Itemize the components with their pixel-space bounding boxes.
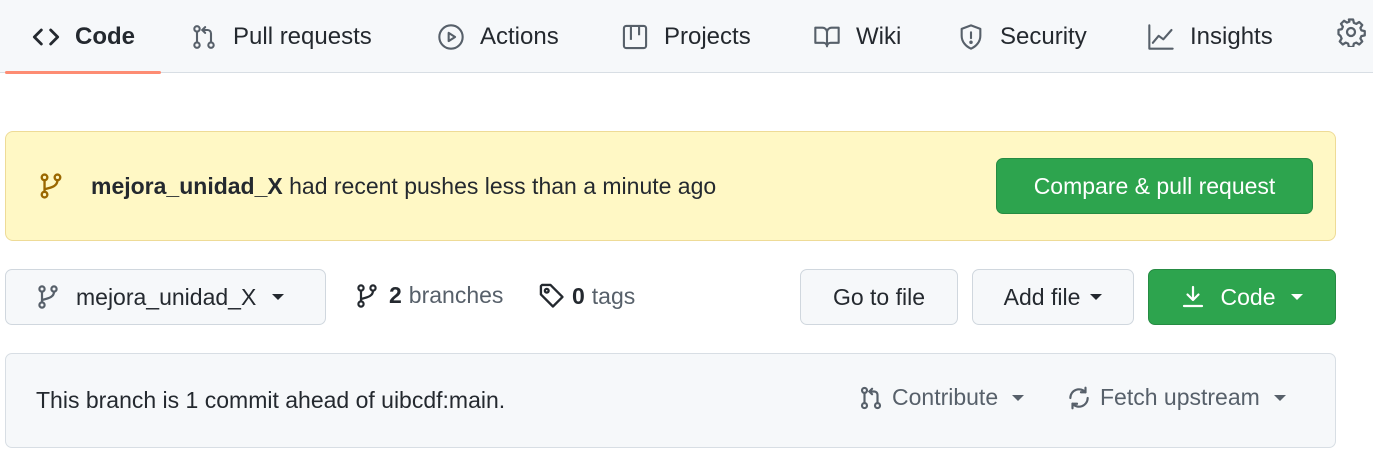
fetch-upstream-dropdown[interactable]: Fetch upstream bbox=[1066, 384, 1286, 411]
recent-push-banner: mejora_unidad_X had recent pushes less t… bbox=[5, 131, 1336, 241]
tags-count: 0 bbox=[572, 282, 585, 309]
chevron-down-icon bbox=[1012, 394, 1025, 401]
contribute-dropdown[interactable]: Contribute bbox=[858, 384, 1025, 411]
add-file-button[interactable]: Add file bbox=[972, 269, 1134, 325]
tab-actions[interactable]: Actions bbox=[437, 0, 559, 73]
branches-label: branches bbox=[408, 282, 504, 308]
git-pull-request-icon bbox=[193, 24, 215, 49]
add-file-label: Add file bbox=[1003, 283, 1081, 310]
tab-label: Code bbox=[75, 22, 135, 50]
go-to-file-button[interactable]: Go to file bbox=[800, 269, 958, 325]
code-button-label: Code bbox=[1220, 283, 1276, 310]
tab-label: Actions bbox=[480, 22, 559, 50]
chevron-down-icon bbox=[272, 294, 285, 300]
go-to-file-label: Go to file bbox=[832, 283, 926, 310]
active-tab-underline bbox=[5, 71, 161, 74]
contribute-label: Contribute bbox=[892, 384, 999, 410]
pushed-branch-name[interactable]: mejora_unidad_X bbox=[91, 173, 283, 199]
branches-count: 2 bbox=[389, 282, 402, 308]
current-branch-label: mejora_unidad_X bbox=[76, 283, 257, 310]
repo-nav-tabs: Code Pull requests Actions Projects Wiki… bbox=[0, 0, 1373, 74]
tab-label: Insights bbox=[1190, 22, 1273, 50]
branches-link[interactable]: 2 branches bbox=[355, 282, 503, 309]
tab-insights[interactable]: Insights bbox=[1147, 0, 1273, 73]
git-branch-icon bbox=[38, 285, 58, 309]
book-icon bbox=[814, 26, 840, 47]
tab-label: Pull requests bbox=[233, 22, 372, 50]
code-download-button[interactable]: Code bbox=[1148, 269, 1336, 325]
tab-label: Wiki bbox=[856, 22, 902, 50]
branch-ahead-box: This branch is 1 commit ahead of uibcdf:… bbox=[5, 353, 1336, 448]
tags-link[interactable]: 0 tags bbox=[538, 282, 635, 310]
ahead-message: This branch is 1 commit ahead of uibcdf:… bbox=[36, 387, 506, 413]
git-branch-icon bbox=[357, 283, 377, 308]
download-icon bbox=[1182, 285, 1203, 308]
push-message: mejora_unidad_X had recent pushes less t… bbox=[91, 173, 716, 200]
tab-projects[interactable]: Projects bbox=[621, 0, 751, 73]
tags-label: tags bbox=[591, 282, 636, 309]
chevron-down-icon bbox=[1291, 294, 1304, 300]
graph-icon bbox=[1148, 23, 1174, 50]
shield-icon bbox=[960, 23, 982, 50]
compare-pull-request-button[interactable]: Compare & pull request bbox=[996, 158, 1313, 214]
push-message-text: had recent pushes less than a minute ago bbox=[282, 173, 717, 199]
tab-label: Security bbox=[1000, 22, 1087, 50]
sync-icon bbox=[1069, 386, 1089, 409]
tab-code[interactable]: Code bbox=[32, 0, 135, 73]
git-branch-icon bbox=[40, 173, 62, 199]
tab-wiki[interactable]: Wiki bbox=[813, 0, 901, 73]
play-circle-icon bbox=[438, 23, 464, 50]
chevron-down-icon bbox=[1090, 294, 1103, 300]
branch-selector[interactable]: mejora_unidad_X bbox=[5, 269, 326, 325]
gear-icon[interactable] bbox=[1336, 17, 1366, 47]
tab-pull-requests[interactable]: Pull requests bbox=[190, 0, 372, 73]
tag-icon bbox=[539, 283, 564, 308]
table-icon bbox=[622, 24, 648, 49]
git-pull-request-icon bbox=[860, 386, 882, 409]
code-icon bbox=[32, 28, 60, 45]
fetch-upstream-label: Fetch upstream bbox=[1100, 384, 1260, 410]
tab-label: Projects bbox=[664, 22, 751, 50]
chevron-down-icon bbox=[1273, 394, 1286, 401]
tab-security[interactable]: Security bbox=[957, 0, 1087, 73]
